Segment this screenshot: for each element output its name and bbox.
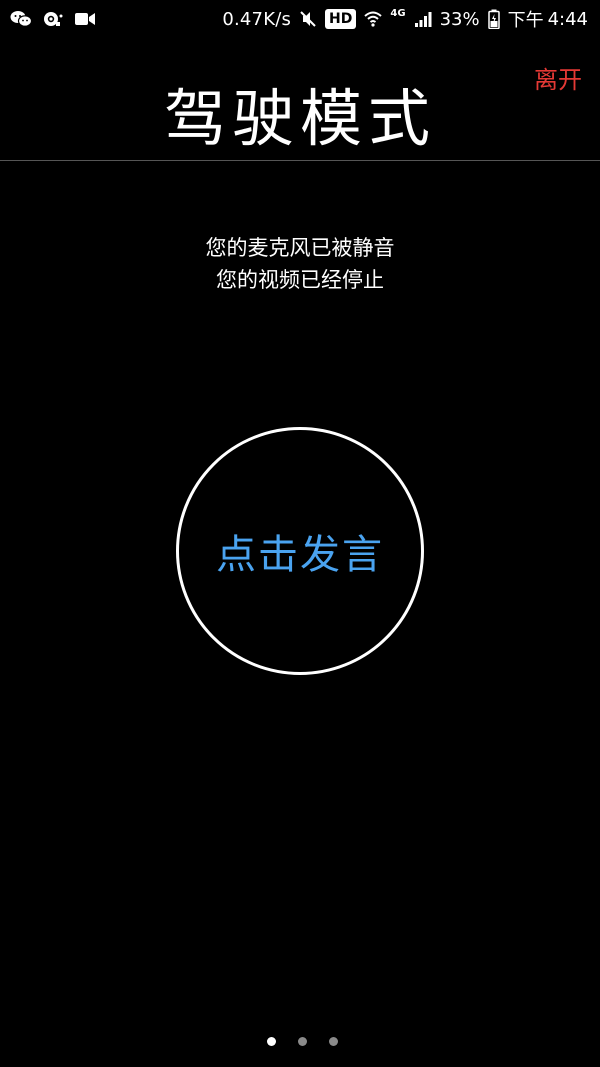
page-title: 驾驶模式 [163,82,436,155]
push-to-talk-label: 点击发言 [216,532,384,578]
mute-icon [299,10,317,28]
signal-icon [414,10,432,28]
video-call-icon [74,11,96,27]
hd-badge: HD [325,9,357,29]
time-period: 下午 [507,10,544,31]
qq-icon [42,10,64,28]
header: 驾驶模式 离开 [0,38,600,161]
battery-percent: 33% [439,8,480,30]
wechat-icon [10,10,32,28]
net-speed: 0.47K/s [222,8,292,30]
status-messages: 您的麦克风已被静音 您的视频已经停止 [0,232,600,296]
page-indicator [0,1037,600,1046]
battery-icon [487,9,500,29]
mic-muted-message: 您的麦克风已被静音 [205,236,395,260]
page-dot-2[interactable] [297,1037,307,1046]
push-to-talk-button[interactable]: 点击发言 [176,427,424,675]
status-bar: 0.47K/s HD 4G 33% 下午 4:44 [0,0,600,38]
page-dot-1[interactable] [266,1037,276,1046]
wifi-icon [364,10,383,28]
clock-time: 4:44 [547,8,588,30]
status-bar-right: 0.47K/s HD 4G 33% 下午 4:44 [222,6,588,32]
status-bar-left [10,10,96,28]
video-stopped-message: 您的视频已经停止 [216,268,384,292]
page-dot-3[interactable] [328,1037,338,1046]
network-type-label: 4G [390,7,406,19]
leave-button[interactable]: 离开 [534,60,582,95]
